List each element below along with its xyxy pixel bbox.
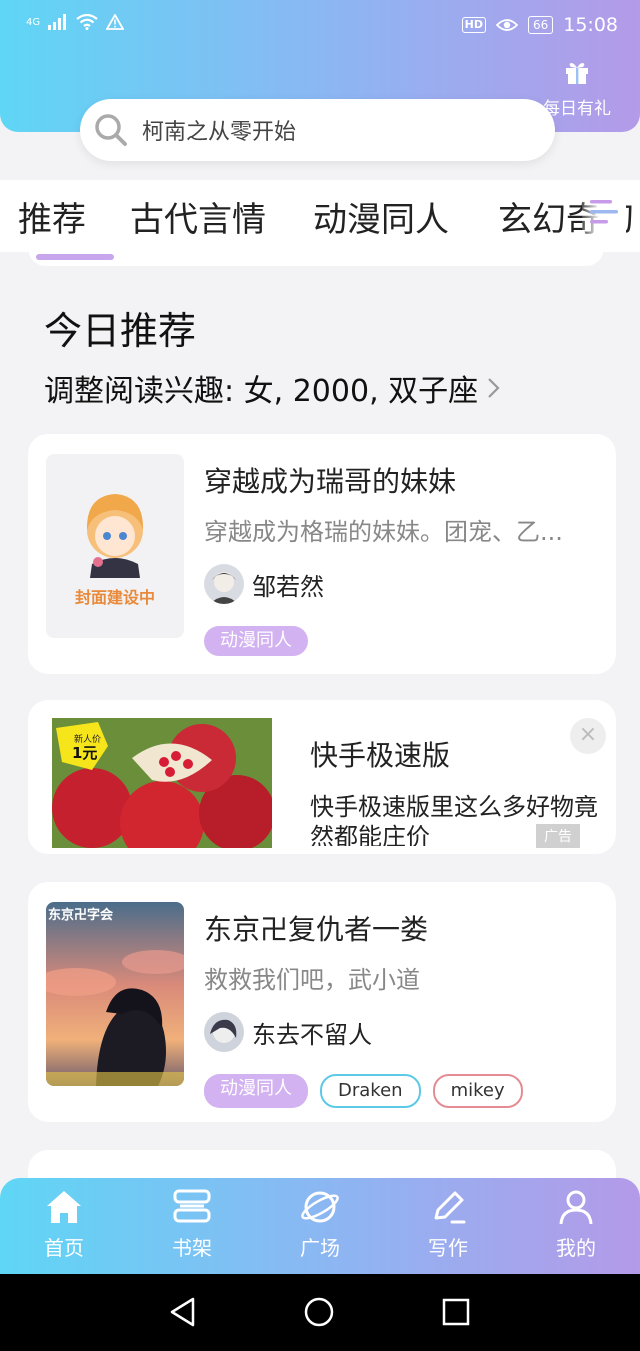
pen-icon [434, 1191, 466, 1224]
tag[interactable]: 动漫同人 [204, 1074, 308, 1108]
home-icon [47, 1191, 81, 1223]
ad-image: 新人价 1元 [52, 718, 272, 848]
avatar [204, 1012, 244, 1052]
category-menu-button[interactable] [582, 188, 626, 238]
nav-bookshelf-label: 书架 [172, 1236, 212, 1260]
reading-interest-link[interactable]: 调整阅读兴趣: 女, 2000, 双子座 [44, 366, 502, 410]
search-query: 柯南之从零开始 [142, 120, 297, 145]
ad-title: 快手极速版 [310, 739, 451, 772]
cover-caption: 东京卍字会 [48, 908, 114, 923]
book-cover: 东京卍字会 [46, 902, 184, 1086]
bookshelf-icon [173, 1189, 211, 1223]
reading-interest-text: 调整阅读兴趣: 女, 2000, 双子座 [44, 374, 479, 409]
home-button-icon[interactable] [303, 1296, 335, 1328]
book-description: 穿越成为格瑞的妹妹。团宠、乙... [204, 518, 563, 546]
book-title: 东京卍复仇者一娄 [204, 913, 429, 946]
tab-recommend[interactable]: 推荐 [18, 192, 86, 241]
status-bar: 4G HD 66 15:08 [0, 0, 640, 54]
ad-badge: 广告 [536, 824, 580, 848]
wifi-icon [76, 14, 98, 30]
nav-profile-label: 我的 [556, 1236, 596, 1260]
book-card[interactable]: 东京卍字会 东京卍复仇者一娄 救救我们吧，武小道 东去不留人 动漫同人 Drak… [28, 882, 616, 1122]
warning-icon [106, 14, 125, 30]
nav-plaza-label: 广场 [300, 1236, 340, 1260]
nav-write[interactable]: 写作 [384, 1188, 512, 1261]
clock: 15:08 [563, 14, 618, 36]
search-icon [95, 114, 127, 146]
ad-price: 1元 [72, 744, 98, 762]
previous-card-edge [28, 238, 604, 266]
tag[interactable]: 动漫同人 [204, 626, 308, 656]
nav-write-label: 写作 [428, 1236, 468, 1260]
book-description: 救救我们吧，武小道 [204, 966, 420, 994]
nav-profile[interactable]: 我的 [512, 1188, 640, 1261]
bottom-navigation: 首页 书架 广场 写作 我的 [0, 1178, 640, 1274]
tab-anime-fanfic[interactable]: 动漫同人 [313, 192, 449, 241]
gift-icon [566, 62, 588, 84]
user-icon [559, 1190, 593, 1225]
nav-plaza[interactable]: 广场 [256, 1188, 384, 1261]
tag[interactable]: Draken [320, 1074, 421, 1108]
search-bar[interactable]: 柯南之从零开始 [80, 99, 555, 161]
tag-list: 动漫同人 [204, 626, 308, 656]
ad-close-button[interactable]: × [570, 718, 606, 754]
recents-icon[interactable] [441, 1296, 471, 1328]
battery-indicator: 66 [527, 16, 554, 34]
avatar [204, 564, 244, 604]
chevron-right-icon [488, 378, 500, 398]
author-name: 东去不留人 [252, 1020, 372, 1049]
tag[interactable]: mikey [432, 1074, 523, 1108]
book-title: 穿越成为瑞哥的妹妹 [204, 465, 457, 498]
cover-placeholder-illustration [86, 494, 144, 578]
author-row[interactable]: 邹若然 [204, 564, 324, 604]
author-row[interactable]: 东去不留人 [204, 1012, 372, 1052]
menu-icon [590, 200, 618, 224]
tab-active-indicator [36, 254, 114, 260]
tab-ancient-romance[interactable]: 古代言情 [130, 192, 266, 241]
eye-icon [495, 19, 518, 31]
section-title: 今日推荐 [44, 309, 197, 353]
ad-card[interactable]: 新人价 1元 快手极速版 快手极速版里这么多好物竟然都能庄价 × 广告 [28, 700, 616, 854]
hd-badge: HD [461, 17, 486, 33]
planet-icon [301, 1191, 339, 1223]
book-cover: 封面建设中 [46, 454, 184, 638]
nav-home[interactable]: 首页 [0, 1188, 128, 1261]
signal-icon [48, 14, 67, 30]
author-name: 邹若然 [252, 572, 324, 601]
cover-illustration [46, 902, 184, 1086]
cover-caption: 封面建设中 [74, 588, 155, 607]
system-navigation-bar [0, 1274, 640, 1351]
network-label: 4G [26, 16, 41, 28]
tag-list: 动漫同人 Draken mikey [204, 1074, 523, 1108]
nav-home-label: 首页 [44, 1236, 84, 1260]
back-icon[interactable] [168, 1296, 198, 1328]
nav-bookshelf[interactable]: 书架 [128, 1188, 256, 1261]
book-card[interactable]: 封面建设中 穿越成为瑞哥的妹妹 穿越成为格瑞的妹妹。团宠、乙... 邹若然 动漫… [28, 434, 616, 674]
